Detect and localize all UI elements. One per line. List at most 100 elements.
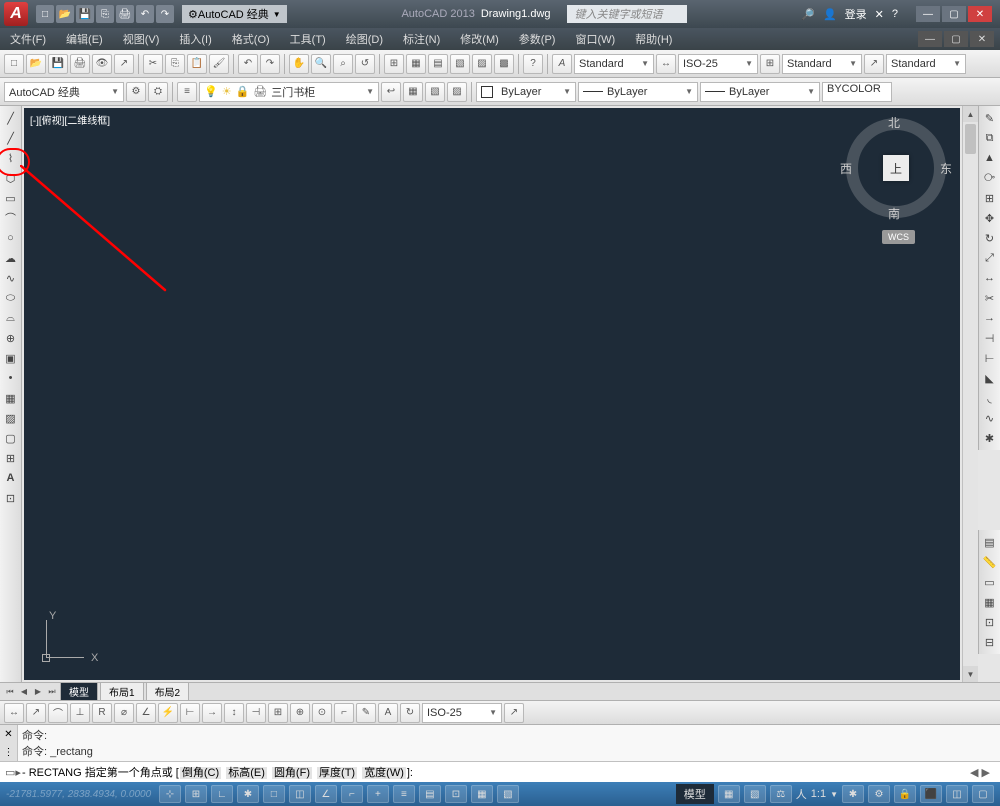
menu-parametric[interactable]: 参数(P) [515, 29, 560, 49]
hatch-icon[interactable]: ▦ [1, 389, 21, 407]
chamfer-icon[interactable]: ◣ [980, 369, 1000, 387]
dim-break-icon[interactable]: ⊣ [246, 703, 266, 723]
qat-saveas-icon[interactable]: ⎘ [96, 5, 114, 23]
save-icon[interactable]: 💾 [48, 54, 68, 74]
dim-ordinate-icon[interactable]: ⊥ [70, 703, 90, 723]
3dosnap-icon[interactable]: ◫ [289, 785, 311, 803]
stretch-icon[interactable]: ↔ [980, 269, 1000, 287]
undo-icon[interactable]: ↶ [238, 54, 258, 74]
tab-last-icon[interactable]: ⏭ [46, 685, 58, 699]
region-icon[interactable]: ▢ [1, 429, 21, 447]
zoom-window-icon[interactable]: ⌕ [333, 54, 353, 74]
quickcalc-icon[interactable]: ▩ [494, 54, 514, 74]
properties-icon[interactable]: ⊞ [384, 54, 404, 74]
snap-mode-icon[interactable]: ⊹ [159, 785, 181, 803]
hardware-accel-icon[interactable]: ⬛ [920, 785, 942, 803]
tpy-icon[interactable]: ▤ [419, 785, 441, 803]
menu-view[interactable]: 视图(V) [119, 29, 164, 49]
coordinates-display[interactable]: -21781.5977, 2838.4934, 0.0000 [6, 789, 151, 800]
menu-format[interactable]: 格式(O) [228, 29, 274, 49]
close-button[interactable]: ✕ [968, 6, 992, 22]
design-center-icon[interactable]: ▦ [406, 54, 426, 74]
paste-icon[interactable]: 📋 [187, 54, 207, 74]
command-handle[interactable]: ✕⋮ [0, 725, 18, 761]
quickview-layouts-icon[interactable]: ▦ [718, 785, 740, 803]
spline-icon[interactable]: ∿ [1, 269, 21, 287]
qp-icon[interactable]: ⊡ [445, 785, 467, 803]
menu-dimension[interactable]: 标注(N) [399, 29, 444, 49]
login-button[interactable]: 登录 [845, 6, 867, 22]
dim-quick-icon[interactable]: ⚡ [158, 703, 178, 723]
qat-save-icon[interactable]: 💾 [76, 5, 94, 23]
print-icon[interactable]: 🖨 [70, 54, 90, 74]
layer-props-icon[interactable]: ≡ [177, 82, 197, 102]
circle-icon[interactable]: ○ [1, 229, 21, 247]
ellipse-icon[interactable]: ⬭ [1, 289, 21, 307]
copy-icon[interactable]: ⎘ [165, 54, 185, 74]
layer-match-icon[interactable]: ▨ [447, 82, 467, 102]
clean-screen-icon[interactable]: ▢ [972, 785, 994, 803]
wcs-badge[interactable]: WCS [882, 230, 915, 244]
dimstyle-icon[interactable]: ↔ [656, 54, 676, 74]
command-menu-icon[interactable]: ◀ ▶ [964, 766, 996, 779]
break-icon[interactable]: ⊣ [980, 329, 1000, 347]
menu-insert[interactable]: 插入(I) [175, 29, 215, 49]
dim-radius-icon[interactable]: R [92, 703, 112, 723]
command-prompt-text[interactable]: - RECTANG 指定第一个角点或 [倒角(C) 标高(E) 圆角(F) 厚度… [22, 764, 964, 780]
tolerance-icon[interactable]: ⊞ [268, 703, 288, 723]
scroll-down-icon[interactable]: ▼ [963, 666, 978, 682]
scale-icon[interactable]: ⤢ [980, 249, 1000, 267]
dimupdate-icon[interactable]: ↻ [400, 703, 420, 723]
dimstyle-bottom-combo[interactable]: ISO-25▼ [422, 703, 502, 723]
tab-model[interactable]: 模型 [60, 682, 98, 701]
annotation-visibility-icon[interactable]: ✱ [842, 785, 864, 803]
mirror-icon[interactable]: ▲ [980, 149, 1000, 167]
rotate-icon[interactable]: ↻ [980, 229, 1000, 247]
ellipse-arc-icon[interactable]: ⌓ [1, 309, 21, 327]
viewcube-south[interactable]: 南 [888, 205, 900, 222]
trim-icon[interactable]: ✂ [980, 289, 1000, 307]
osnap-icon[interactable]: □ [263, 785, 285, 803]
layer-iso-icon[interactable]: ▧ [425, 82, 445, 102]
dropdown-arrow-icon[interactable]: ▼ [830, 790, 838, 799]
scroll-up-icon[interactable]: ▲ [963, 106, 978, 122]
doc-restore-button[interactable]: ▢ [944, 31, 968, 47]
model-space-button[interactable]: 模型 [676, 784, 714, 804]
measure-icon[interactable]: 📏 [980, 553, 1000, 571]
insert-block-icon[interactable]: ⊕ [1, 329, 21, 347]
textstyle-icon[interactable]: A [552, 54, 572, 74]
ducs-icon[interactable]: ⌐ [341, 785, 363, 803]
quickview-drawings-icon[interactable]: ▧ [744, 785, 766, 803]
scale-label[interactable]: 1:1 [811, 788, 826, 800]
ortho-icon[interactable]: ∟ [211, 785, 233, 803]
mtext-icon[interactable]: A [1, 469, 21, 487]
addselected-icon[interactable]: ⊡ [1, 489, 21, 507]
settings-icon[interactable]: ⛭ [148, 82, 168, 102]
menu-file[interactable]: 文件(F) [6, 29, 50, 49]
zoom-prev-icon[interactable]: ↺ [355, 54, 375, 74]
dim-diameter-icon[interactable]: ⌀ [114, 703, 134, 723]
dimedit-icon[interactable]: ✎ [356, 703, 376, 723]
dim-angular-icon[interactable]: ∠ [136, 703, 156, 723]
menu-edit[interactable]: 编辑(E) [62, 29, 107, 49]
polyline-icon[interactable]: ⌇ [1, 149, 21, 167]
pan-icon[interactable]: ✋ [289, 54, 309, 74]
tab-first-icon[interactable]: ⏮ [4, 685, 16, 699]
array-icon[interactable]: ⊞ [980, 189, 1000, 207]
help-icon[interactable]: ? [892, 8, 898, 20]
draworder-icon[interactable]: ▤ [980, 533, 1000, 551]
revcloud-icon[interactable]: ☁ [1, 249, 21, 267]
qat-new-icon[interactable]: □ [36, 5, 54, 23]
lwt-icon[interactable]: ≡ [393, 785, 415, 803]
jogged-icon[interactable]: ⌐ [334, 703, 354, 723]
copy-obj-icon[interactable]: ⧉ [980, 129, 1000, 147]
sheet-set-icon[interactable]: ▧ [450, 54, 470, 74]
viewport-label[interactable]: [-][俯视][二维线框] [30, 112, 110, 127]
qat-print-icon[interactable]: 🖨 [116, 5, 134, 23]
annotation-scale-icon[interactable]: ⚖ [770, 785, 792, 803]
search-icon[interactable]: 🔎 [801, 8, 815, 21]
minimize-button[interactable]: — [916, 6, 940, 22]
help-icon[interactable]: ? [523, 54, 543, 74]
move-icon[interactable]: ✥ [980, 209, 1000, 227]
join-icon[interactable]: ⊢ [980, 349, 1000, 367]
